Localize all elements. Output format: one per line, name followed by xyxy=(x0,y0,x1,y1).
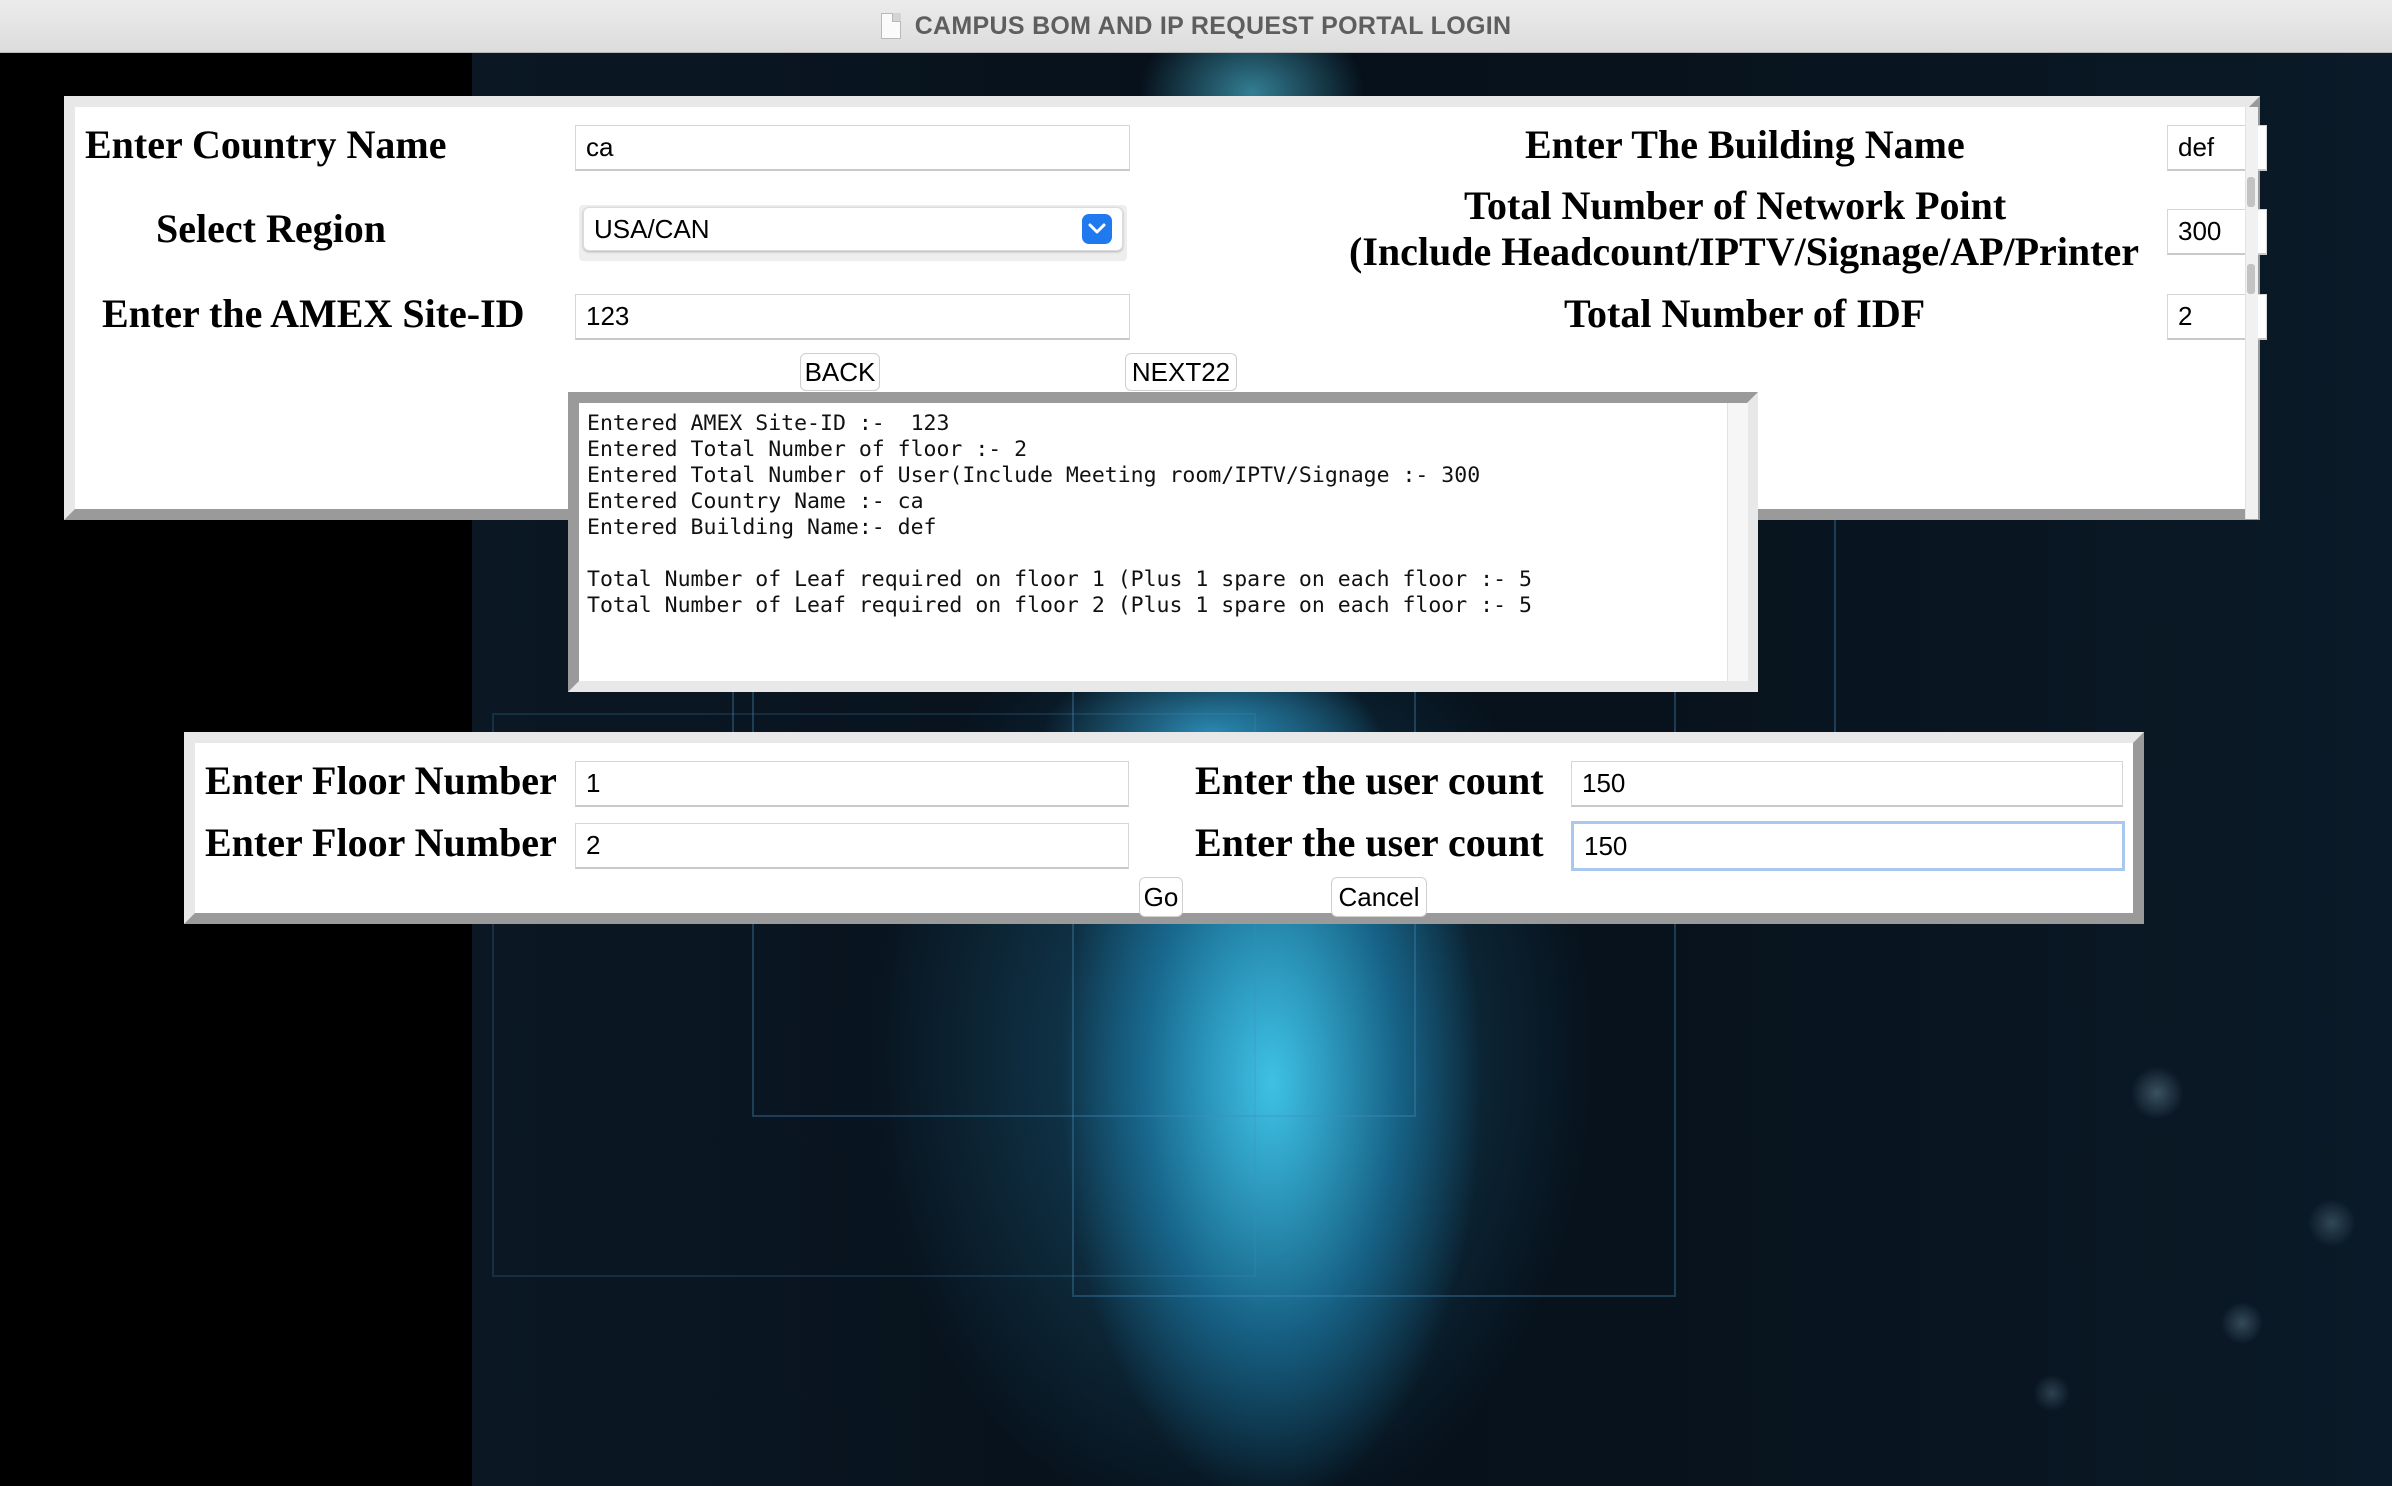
panel-scrollbar[interactable] xyxy=(2245,107,2258,519)
region-label: Select Region xyxy=(156,206,386,251)
floor-details-panel: Enter Floor Number 1 Enter the user coun… xyxy=(184,732,2144,924)
network-point-label-line1: Total Number of Network Point xyxy=(1464,183,2007,228)
site-id-input[interactable]: 123 xyxy=(575,294,1130,340)
window-title: CAMPUS BOM AND IP REQUEST PORTAL LOGIN xyxy=(914,11,1512,40)
chevron-down-icon xyxy=(1082,214,1112,244)
region-select-value: USA/CAN xyxy=(594,213,710,244)
cancel-button[interactable]: Cancel xyxy=(1331,877,1427,917)
country-input[interactable]: ca xyxy=(575,125,1130,171)
window-title-bar: CAMPUS BOM AND IP REQUEST PORTAL LOGIN xyxy=(0,0,2392,53)
floor-number-input-2[interactable]: 2 xyxy=(575,823,1129,869)
output-log-text: Entered AMEX Site-ID :- 123 Entered Tota… xyxy=(587,411,1532,618)
go-button[interactable]: Go xyxy=(1139,877,1183,917)
output-log[interactable]: Entered AMEX Site-ID :- 123 Entered Tota… xyxy=(568,392,1758,692)
panel-scrollbar-thumb-lower[interactable] xyxy=(2247,264,2255,294)
building-label: Enter The Building Name xyxy=(1525,122,1965,167)
network-point-label-line2: (Include Headcount/IPTV/Signage/AP/Print… xyxy=(1349,229,2139,274)
user-count-label-2: Enter the user count xyxy=(1195,820,1544,865)
idf-label: Total Number of IDF xyxy=(1564,291,1926,336)
region-select[interactable]: USA/CAN xyxy=(583,207,1123,251)
next-button[interactable]: NEXT22 xyxy=(1125,353,1237,391)
back-button[interactable]: BACK xyxy=(800,353,880,391)
country-label: Enter Country Name xyxy=(85,122,447,167)
document-icon xyxy=(880,13,901,39)
floor-label-2: Enter Floor Number xyxy=(205,820,557,865)
user-count-input-2[interactable]: 150 xyxy=(1571,821,2125,871)
output-log-scrollbar[interactable] xyxy=(1727,403,1748,681)
user-count-label-1: Enter the user count xyxy=(1195,758,1544,803)
floor-number-input-1[interactable]: 1 xyxy=(575,761,1129,807)
user-count-input-1[interactable]: 150 xyxy=(1571,761,2123,807)
floor-label-1: Enter Floor Number xyxy=(205,758,557,803)
network-point-label: Total Number of Network Point (Include H… xyxy=(1349,183,2139,275)
site-id-label: Enter the AMEX Site-ID xyxy=(102,291,525,336)
panel-scrollbar-thumb[interactable] xyxy=(2247,177,2255,207)
